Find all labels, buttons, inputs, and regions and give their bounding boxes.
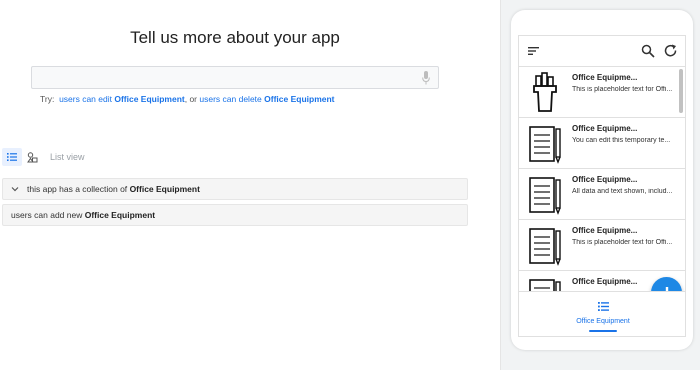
- nav-list-icon: [597, 302, 609, 311]
- list-item[interactable]: Office Equipme... All data and text show…: [519, 169, 685, 220]
- notepad-icon: [529, 126, 561, 164]
- suggestion-delete-entity: Office Equipment: [264, 94, 335, 104]
- nav-active-indicator: [589, 330, 617, 332]
- menu-icon[interactable]: [527, 44, 541, 58]
- statement-text: users can add new: [11, 210, 83, 220]
- prompt-input[interactable]: [31, 66, 439, 89]
- list-view-icon: [7, 153, 17, 161]
- pencil-cup-icon: [533, 72, 557, 112]
- page-title: Tell us more about your app: [130, 28, 340, 47]
- item-title: Office Equipme...: [572, 73, 638, 82]
- statement-row[interactable]: users can add new Office Equipment: [2, 204, 468, 226]
- nav-label: Office Equipment: [576, 318, 630, 325]
- chevron-down-icon[interactable]: [11, 186, 19, 192]
- suggestion-delete-text: users can delete: [199, 94, 262, 104]
- notepad-icon: [529, 177, 561, 215]
- view-mode-label: List view: [50, 152, 85, 162]
- notepad-icon: [529, 228, 561, 266]
- try-prefix: Try:: [40, 94, 55, 104]
- view-toggle: List view: [2, 148, 85, 166]
- suggestion-edit-entity: Office Equipment: [114, 94, 185, 104]
- suggestion-edit-text: users can edit: [59, 94, 112, 104]
- builder-panel: Tell us more about your app Try: users c…: [0, 0, 500, 370]
- list-item[interactable]: Office Equipme... You can edit this temp…: [519, 118, 685, 169]
- item-title: Office Equipme...: [572, 124, 638, 133]
- component-view-icon: [26, 151, 37, 162]
- statement-entity: Office Equipment: [129, 184, 200, 194]
- item-title: Office Equipme...: [572, 175, 638, 184]
- item-title: Office Equipme...: [572, 277, 638, 286]
- statement-row[interactable]: this app has a collection of Office Equi…: [2, 178, 468, 200]
- statement-entity: Office Equipment: [84, 210, 156, 220]
- list-view-button[interactable]: [2, 148, 22, 166]
- bottom-nav: Office Equipment: [519, 291, 685, 336]
- suggestion-link-edit[interactable]: users can edit Office Equipment: [59, 94, 185, 104]
- mic-icon[interactable]: [422, 71, 430, 85]
- item-description: This is placeholder text for Offi...: [572, 86, 673, 93]
- item-title: Office Equipme...: [572, 226, 638, 235]
- list-scrollbar[interactable]: [679, 69, 683, 113]
- phone-preview: Office Equipme... This is placeholder te…: [511, 10, 693, 350]
- search-icon[interactable]: [641, 44, 655, 58]
- app-bar: [519, 36, 685, 67]
- list-item[interactable]: Office Equipme... This is placeholder te…: [519, 67, 685, 118]
- suggestions-line: Try: users can edit Office Equipment, or…: [40, 94, 335, 104]
- item-description: All data and text shown, includ...: [572, 188, 673, 195]
- suggestion-separator: , or: [184, 94, 198, 104]
- suggestion-link-delete[interactable]: users can delete Office Equipment: [199, 94, 334, 104]
- nav-item-office-equipment[interactable]: Office Equipment: [571, 298, 635, 332]
- item-list: Office Equipme... This is placeholder te…: [519, 67, 685, 293]
- component-view-button[interactable]: [22, 148, 42, 166]
- refresh-icon[interactable]: [664, 44, 678, 58]
- phone-screen: Office Equipme... This is placeholder te…: [518, 35, 686, 337]
- statement-text: this app has a collection of: [27, 184, 128, 194]
- list-item[interactable]: Office Equipme... This is placeholder te…: [519, 220, 685, 271]
- item-description: You can edit this temporary te...: [572, 137, 671, 144]
- item-description: This is placeholder text for Offi...: [572, 239, 673, 246]
